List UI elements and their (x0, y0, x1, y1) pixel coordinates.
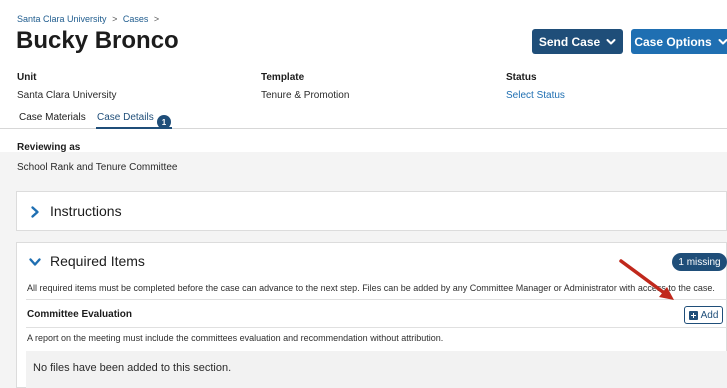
tab-count-badge: 1 (157, 115, 171, 129)
chevron-right-icon (31, 206, 39, 218)
breadcrumb-item-university[interactable]: Santa Clara University (17, 14, 107, 24)
template-value: Tenure & Promotion (261, 90, 350, 101)
status-label: Status (506, 72, 537, 83)
chevron-down-icon (606, 38, 616, 44)
case-page: Santa Clara University > Cases > Bucky B… (0, 0, 727, 388)
unit-value: Santa Clara University (17, 90, 117, 101)
chevron-down-icon[interactable] (28, 255, 42, 269)
tab-case-details[interactable]: Case Details (97, 112, 154, 123)
section-divider (26, 299, 727, 300)
section-divider (26, 327, 727, 328)
send-case-button[interactable]: Send Case (532, 29, 623, 54)
template-label: Template (261, 72, 305, 83)
breadcrumb-separator: > (112, 14, 118, 24)
required-items-title: Required Items (50, 253, 145, 269)
missing-count-badge: 1 missing (672, 253, 727, 271)
empty-files-message: No files have been added to this section… (33, 362, 232, 374)
add-label: Add (700, 309, 719, 321)
page-header: Santa Clara University > Cases > Bucky B… (0, 0, 727, 58)
page-title: Bucky Bronco (16, 27, 179, 54)
committee-evaluation-description: A report on the meeting must include the… (27, 333, 444, 343)
add-button[interactable]: Add (684, 306, 723, 324)
reviewing-as-label: Reviewing as (17, 142, 81, 153)
instructions-panel[interactable]: Instructions (16, 191, 727, 231)
send-case-label: Send Case (538, 34, 601, 49)
reviewing-as-value: School Rank and Tenure Committee (17, 162, 178, 173)
breadcrumb: Santa Clara University > Cases > (17, 14, 162, 24)
case-tabs: Case Materials Case Details (0, 109, 727, 129)
case-options-button[interactable]: Case Options (631, 29, 727, 54)
instructions-title: Instructions (50, 203, 122, 219)
select-status-link[interactable]: Select Status (506, 90, 565, 101)
case-options-label: Case Options (634, 34, 712, 49)
chevron-down-icon (718, 38, 727, 44)
committee-evaluation-title: Committee Evaluation (27, 309, 133, 320)
breadcrumb-separator: > (153, 14, 160, 24)
required-items-description: All required items must be completed bef… (27, 283, 715, 293)
plus-square-icon (688, 310, 698, 320)
breadcrumb-item-cases[interactable]: Cases (123, 14, 149, 24)
tab-case-materials[interactable]: Case Materials (19, 112, 86, 123)
unit-label: Unit (17, 72, 37, 83)
case-meta (0, 58, 727, 152)
